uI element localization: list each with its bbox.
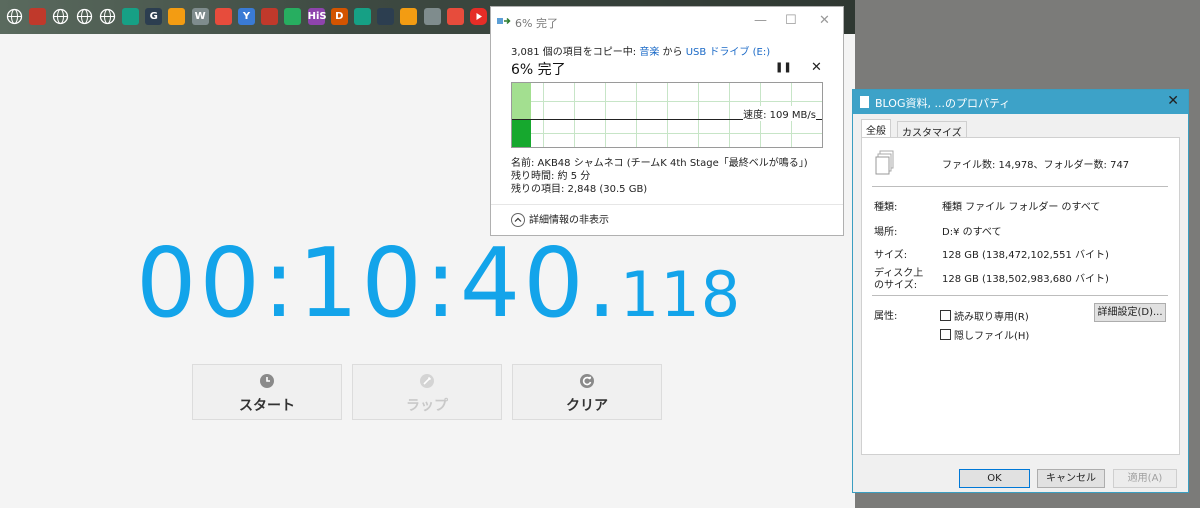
globe-icon[interactable]: [52, 8, 69, 25]
location-label: 場所:: [874, 227, 898, 238]
size-on-disk-label-2: のサイズ:: [874, 280, 918, 291]
copy-dialog-title: 6% 完了: [515, 17, 558, 30]
clear-button[interactable]: クリア: [512, 364, 662, 420]
speed-label: 速度: 109 MB/s: [743, 106, 816, 121]
gallery-icon[interactable]: [377, 8, 395, 25]
checkbox-box: [940, 310, 951, 321]
globe-icon[interactable]: [99, 8, 116, 25]
size-on-disk-value: 128 GB (138,502,983,680 バイト): [942, 274, 1109, 285]
readonly-label: 読み取り専用(R): [954, 312, 1029, 323]
tab-customize[interactable]: カスタマイズ: [897, 121, 967, 139]
grid-line: [574, 83, 575, 147]
file-count: ファイル数: 14,978、フォルダー数: 747: [942, 160, 1130, 171]
youtube-icon[interactable]: [470, 8, 487, 25]
type-value: 種類 ファイル フォルダー のすべて: [942, 202, 1101, 213]
grid-line: [543, 83, 544, 147]
cancel-copy-button[interactable]: ✕: [811, 60, 822, 75]
destination-link[interactable]: USB ドライブ (E:): [686, 47, 770, 58]
photo-icon[interactable]: [400, 8, 418, 25]
source-link[interactable]: 音楽: [639, 47, 659, 58]
progress-fill: [512, 83, 531, 119]
start-button[interactable]: スタート: [192, 364, 342, 420]
advanced-button[interactable]: 詳細設定(D)...: [1094, 303, 1166, 322]
image-icon[interactable]: [214, 8, 232, 25]
hidden-label: 隠しファイル(H): [954, 331, 1030, 342]
copy-arrow-icon: [497, 17, 511, 25]
lap-button[interactable]: ラップ: [352, 364, 502, 420]
size-value: 128 GB (138,472,102,551 バイト): [942, 250, 1109, 261]
qr-icon[interactable]: [446, 8, 464, 25]
details-toggle-label: 詳細情報の非表示: [529, 215, 609, 226]
items-remaining: 残りの項目: 2,848 (30.5 GB): [511, 184, 648, 195]
bookmark-icon[interactable]: [284, 8, 302, 25]
properties-title: BLOG資料, ...のプロパティ: [875, 97, 1011, 110]
g-icon[interactable]: G: [145, 8, 163, 25]
globe-icon[interactable]: [76, 8, 93, 25]
copy-summary: 3,081 個の項目をコピー中: 音楽 から USB ドライブ (E:): [511, 43, 770, 58]
time-main: 00:10:40.: [136, 229, 620, 339]
multiple-files-icon: [875, 150, 894, 175]
document-icon: [860, 96, 869, 108]
checkbox-box: [940, 329, 951, 340]
details-toggle[interactable]: 詳細情報の非表示: [511, 211, 609, 227]
d-icon[interactable]: D: [330, 8, 348, 25]
speed-graph: 速度: 109 MB/s: [511, 82, 823, 148]
copy-dialog-titlebar[interactable]: 6% 完了 — ☐ ✕: [491, 7, 843, 35]
properties-dialog: BLOG資料, ...のプロパティ ✕ 全般 カスタマイズ ファイル数: 14,…: [852, 89, 1189, 493]
globe-icon[interactable]: [6, 8, 23, 25]
grid-line: [636, 83, 637, 147]
copy-summary-mid: から: [659, 47, 686, 58]
attributes-label: 属性:: [874, 311, 898, 322]
type-label: 種類:: [874, 202, 898, 213]
copy-summary-prefix: 3,081 個の項目をコピー中:: [511, 47, 640, 58]
grid-line: [729, 83, 730, 147]
minimize-button[interactable]: —: [754, 13, 767, 28]
book-icon[interactable]: [168, 8, 186, 25]
mask-icon[interactable]: [122, 8, 139, 25]
close-properties-button[interactable]: ✕: [1167, 93, 1179, 109]
grid-line: [605, 83, 606, 147]
ok-button[interactable]: OK: [959, 469, 1030, 488]
percent-complete: 6% 完了: [511, 62, 566, 78]
time-milliseconds: 118: [619, 258, 742, 331]
stopwatch-display: 00:10:40.118: [136, 229, 741, 349]
general-panel: ファイル数: 14,978、フォルダー数: 747 種類: 種類 ファイル フォ…: [861, 137, 1180, 455]
maximize-button[interactable]: ☐: [785, 13, 797, 28]
film-icon[interactable]: [261, 8, 279, 25]
lap-button-label: ラップ: [406, 398, 448, 414]
speed-fill: [512, 120, 531, 147]
readonly-checkbox[interactable]: 読み取り専用(R): [940, 308, 1029, 323]
tab-general[interactable]: 全般: [861, 119, 891, 138]
apply-button[interactable]: 適用(A): [1113, 469, 1177, 488]
pause-button[interactable]: ❚❚: [775, 62, 792, 73]
note-icon[interactable]: [354, 8, 371, 25]
cancel-button[interactable]: キャンセル: [1037, 469, 1105, 488]
copy-progress-dialog: 6% 完了 — ☐ ✕ 3,081 個の項目をコピー中: 音楽 から USB ド…: [490, 6, 844, 236]
y-icon[interactable]: Y: [238, 8, 255, 25]
size-label: サイズ:: [874, 250, 908, 261]
clock-icon: [260, 374, 274, 388]
start-button-label: スタート: [239, 398, 295, 414]
w-icon[interactable]: W: [191, 8, 209, 25]
shield-icon[interactable]: [423, 8, 441, 25]
grid-line: [698, 83, 699, 147]
location-value: D:¥ のすべて: [942, 227, 1002, 238]
hidden-checkbox[interactable]: 隠しファイル(H): [940, 327, 1029, 342]
his-icon[interactable]: HiS: [307, 8, 327, 25]
pencil-icon: [420, 374, 434, 388]
separator: [872, 295, 1168, 296]
properties-titlebar[interactable]: BLOG資料, ...のプロパティ ✕: [853, 90, 1188, 114]
grid-line: [667, 83, 668, 147]
chevron-up-icon: [511, 213, 525, 227]
close-window-button[interactable]: ✕: [819, 13, 830, 28]
cloud-icon[interactable]: [29, 8, 47, 25]
divider: [491, 204, 843, 205]
refresh-icon: [580, 374, 594, 388]
separator: [872, 186, 1168, 187]
clear-button-label: クリア: [566, 398, 608, 414]
